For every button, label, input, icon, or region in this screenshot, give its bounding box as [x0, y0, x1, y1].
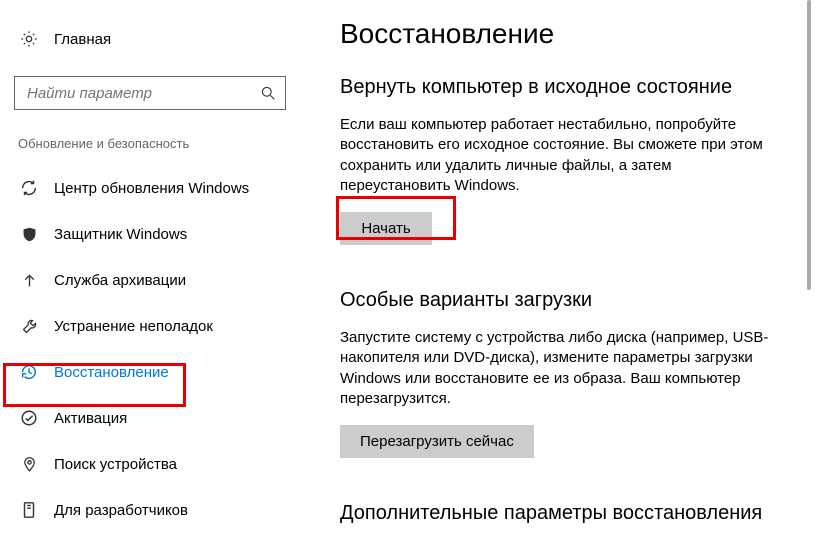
- section-reset-pc: Вернуть компьютер в исходное состояние Е…: [340, 76, 787, 245]
- section-heading: Дополнительные параметры восстановления: [340, 502, 787, 525]
- sidebar-item-label: Поиск устройства: [54, 456, 177, 473]
- sidebar-item-defender[interactable]: Защитник Windows: [10, 211, 290, 257]
- search-input[interactable]: [25, 84, 259, 103]
- sidebar-item-developers[interactable]: Для разработчиков: [10, 487, 290, 533]
- history-icon: [18, 361, 40, 383]
- section-advanced-startup: Особые варианты загрузки Запустите систе…: [340, 289, 787, 458]
- sidebar-item-label: Восстановление: [54, 364, 169, 381]
- settings-sidebar: Главная Обновление и безопасность Центр …: [0, 0, 300, 549]
- location-icon: [18, 453, 40, 475]
- section-heading: Особые варианты загрузки: [340, 289, 787, 312]
- sidebar-home[interactable]: Главная: [10, 20, 290, 58]
- sidebar-item-windows-update[interactable]: Центр обновления Windows: [10, 165, 290, 211]
- gear-icon: [18, 28, 40, 50]
- section-body: Если ваш компьютер работает нестабильно,…: [340, 115, 770, 196]
- sync-icon: [18, 177, 40, 199]
- content-pane: Восстановление Вернуть компьютер в исход…: [300, 0, 817, 549]
- section-more-recovery: Дополнительные параметры восстановления: [340, 502, 787, 525]
- content-scrollbar[interactable]: [807, 0, 811, 290]
- sidebar-item-label: Устранение неполадок: [54, 318, 213, 335]
- wrench-icon: [18, 315, 40, 337]
- sidebar-item-label: Центр обновления Windows: [54, 180, 249, 197]
- sidebar-home-label: Главная: [54, 31, 111, 48]
- sidebar-item-troubleshoot[interactable]: Устранение неполадок: [10, 303, 290, 349]
- restart-now-button[interactable]: Перезагрузить сейчас: [340, 425, 534, 458]
- sidebar-item-label: Защитник Windows: [54, 226, 187, 243]
- sidebar-item-recovery[interactable]: Восстановление: [10, 349, 290, 395]
- upload-arrow-icon: [18, 269, 40, 291]
- section-body: Запустите систему с устройства либо диск…: [340, 328, 770, 409]
- sidebar-item-backup[interactable]: Служба архивации: [10, 257, 290, 303]
- sidebar-item-label: Для разработчиков: [54, 502, 188, 519]
- sidebar-item-label: Служба архивации: [54, 272, 186, 289]
- sidebar-item-label: Активация: [54, 410, 127, 427]
- sidebar-section-label: Обновление и безопасность: [10, 136, 290, 151]
- search-box[interactable]: [14, 76, 286, 110]
- reset-start-button[interactable]: Начать: [340, 212, 432, 245]
- check-circle-icon: [18, 407, 40, 429]
- sidebar-item-find-device[interactable]: Поиск устройства: [10, 441, 290, 487]
- section-heading: Вернуть компьютер в исходное состояние: [340, 76, 787, 99]
- developer-icon: [18, 499, 40, 521]
- sidebar-item-activation[interactable]: Активация: [10, 395, 290, 441]
- shield-icon: [18, 223, 40, 245]
- search-icon: [259, 84, 277, 102]
- page-title: Восстановление: [340, 18, 787, 50]
